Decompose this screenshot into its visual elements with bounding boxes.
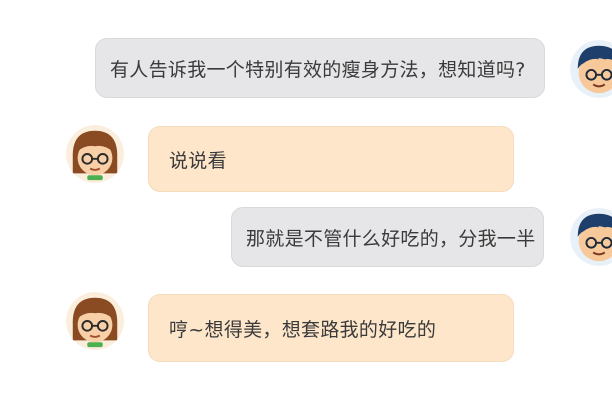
message-text: 说说看 [169,149,227,172]
girl-avatar[interactable] [66,292,124,350]
chat-thread: 有人告诉我一个特别有效的瘦身方法，想知道吗? 说说看 那就是不管什么好吃的，分我… [0,0,612,418]
girl-face-icon [66,292,124,350]
message-bubble[interactable]: 有人告诉我一个特别有效的瘦身方法，想知道吗? [95,38,545,98]
message-text: 哼~想得美，想套路我的好吃的 [169,318,437,341]
girl-avatar[interactable] [66,125,124,183]
boy-face-icon [570,208,612,266]
boy-face-icon [570,40,612,98]
girl-face-icon [66,125,124,183]
boy-avatar[interactable] [570,208,612,266]
boy-avatar[interactable] [570,40,612,98]
message-text: 有人告诉我一个特别有效的瘦身方法，想知道吗? [110,58,526,81]
message-text: 那就是不管什么好吃的，分我一半 [246,227,536,250]
message-bubble[interactable]: 那就是不管什么好吃的，分我一半 [231,207,544,267]
message-bubble[interactable]: 哼~想得美，想套路我的好吃的 [148,294,514,362]
message-bubble[interactable]: 说说看 [148,126,514,192]
